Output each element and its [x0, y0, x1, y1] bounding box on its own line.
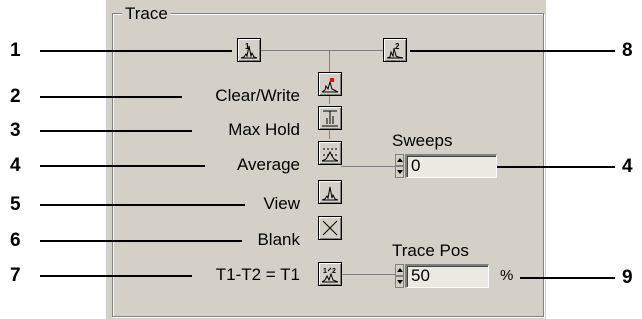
trace-1-button[interactable]: 1 [237, 38, 261, 62]
max-hold-label: Max Hold [228, 120, 300, 139]
max-hold-button[interactable] [318, 106, 342, 130]
callout-number: 7 [10, 265, 21, 286]
group-title: Trace [122, 4, 171, 24]
spin-up-icon[interactable] [395, 154, 404, 166]
spin-up-icon[interactable] [395, 264, 404, 276]
clear-write-label: Clear/Write [215, 86, 300, 105]
average-button[interactable] [318, 141, 342, 165]
trace-2-button[interactable]: 2 [383, 38, 407, 62]
svg-text:1: 1 [323, 268, 327, 275]
callout-number: 2 [10, 86, 21, 107]
callout-line [497, 166, 615, 168]
trace-pos-spinner[interactable] [395, 264, 404, 288]
callout-number: 8 [622, 40, 633, 61]
connector-line [261, 50, 383, 51]
connector-line [329, 96, 330, 104]
callout-number: 1 [10, 40, 21, 61]
callout-number: 6 [10, 230, 21, 251]
trace-pos-input[interactable]: 50 [405, 264, 489, 288]
svg-text:2: 2 [395, 42, 400, 51]
callout-line [40, 130, 192, 132]
connector-line [341, 274, 395, 275]
blank-x-icon [322, 220, 338, 236]
callout-line [520, 277, 615, 279]
clear-write-icon [321, 78, 339, 93]
callout-line [40, 165, 205, 167]
blank-label: Blank [257, 230, 300, 249]
callout-line [40, 275, 192, 277]
average-label: Average [236, 155, 300, 174]
average-icon [321, 148, 339, 162]
trace-1-select-icon: 1 [240, 42, 258, 59]
max-hold-icon [322, 110, 338, 127]
clear-write-button[interactable] [318, 72, 342, 96]
trace-difference-icon: 1 2 [321, 267, 339, 283]
callout-number: 3 [10, 120, 21, 141]
sweeps-input[interactable]: 0 [405, 154, 497, 178]
callout-line [410, 50, 615, 52]
svg-text:2: 2 [332, 268, 336, 275]
callout-line [40, 96, 182, 98]
sweeps-spinner[interactable] [395, 154, 404, 178]
callout-number: 4 [622, 156, 633, 177]
blank-button[interactable] [318, 216, 342, 240]
t1-t2-label: T1-T2 = T1 [215, 265, 300, 284]
trace-pos-label: Trace Pos [392, 241, 469, 260]
spin-down-icon[interactable] [395, 166, 404, 178]
sweeps-label: Sweeps [392, 131, 453, 150]
callout-number: 4 [10, 155, 21, 176]
callout-number: 5 [10, 194, 21, 215]
t1-t2-button[interactable]: 1 2 [318, 262, 342, 286]
spin-down-icon[interactable] [395, 276, 404, 288]
callout-number: 9 [622, 267, 633, 288]
view-icon [321, 186, 339, 201]
connector-line [329, 50, 330, 72]
connector-line [329, 129, 330, 139]
trace-2-select-icon: 2 [386, 42, 404, 59]
callout-line [40, 50, 232, 52]
connector-line [341, 166, 395, 167]
trace-figure: Trace 1 2 3 4 5 6 7 8 4 9 Clear/Write Ma… [0, 0, 642, 319]
view-button[interactable] [318, 180, 342, 204]
percent-unit: % [500, 267, 514, 284]
view-label: View [263, 194, 300, 213]
